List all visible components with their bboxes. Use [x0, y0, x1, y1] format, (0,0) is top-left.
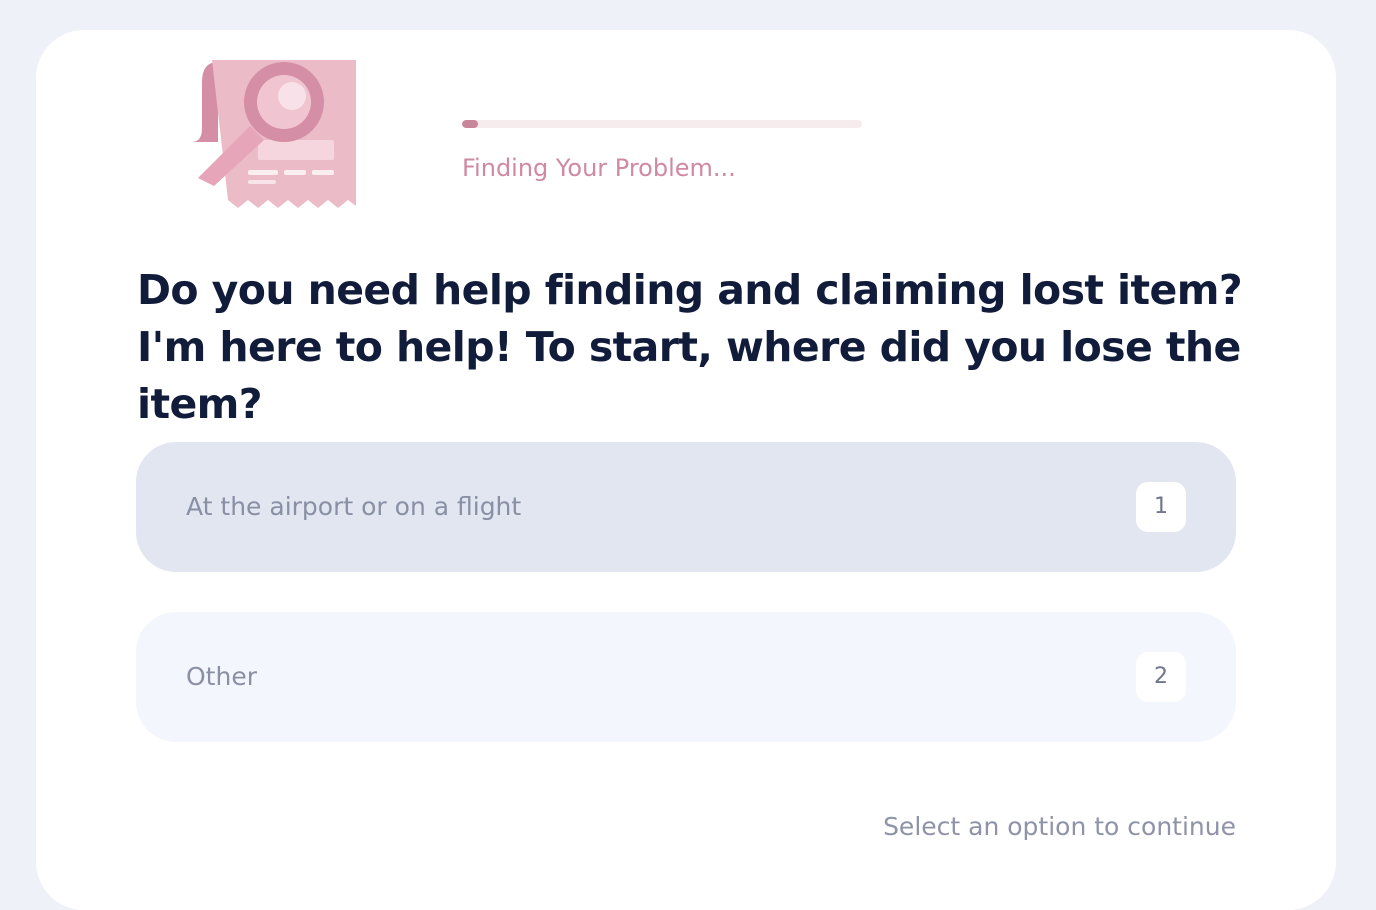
option-shortcut-key: 2: [1136, 652, 1186, 702]
option-shortcut-key: 1: [1136, 482, 1186, 532]
question-heading: Do you need help finding and claiming lo…: [137, 266, 1243, 428]
receipt-magnifier-icon: [188, 58, 360, 212]
option-label: At the airport or on a flight: [186, 492, 522, 521]
option-other[interactable]: Other 2: [136, 612, 1236, 742]
progress-bar: [462, 120, 862, 128]
progress-fill: [462, 120, 478, 128]
continue-hint: Select an option to continue: [883, 812, 1236, 841]
status-text: Finding Your Problem...: [462, 154, 736, 182]
option-airport-flight[interactable]: At the airport or on a flight 1: [136, 442, 1236, 572]
option-label: Other: [186, 662, 257, 691]
